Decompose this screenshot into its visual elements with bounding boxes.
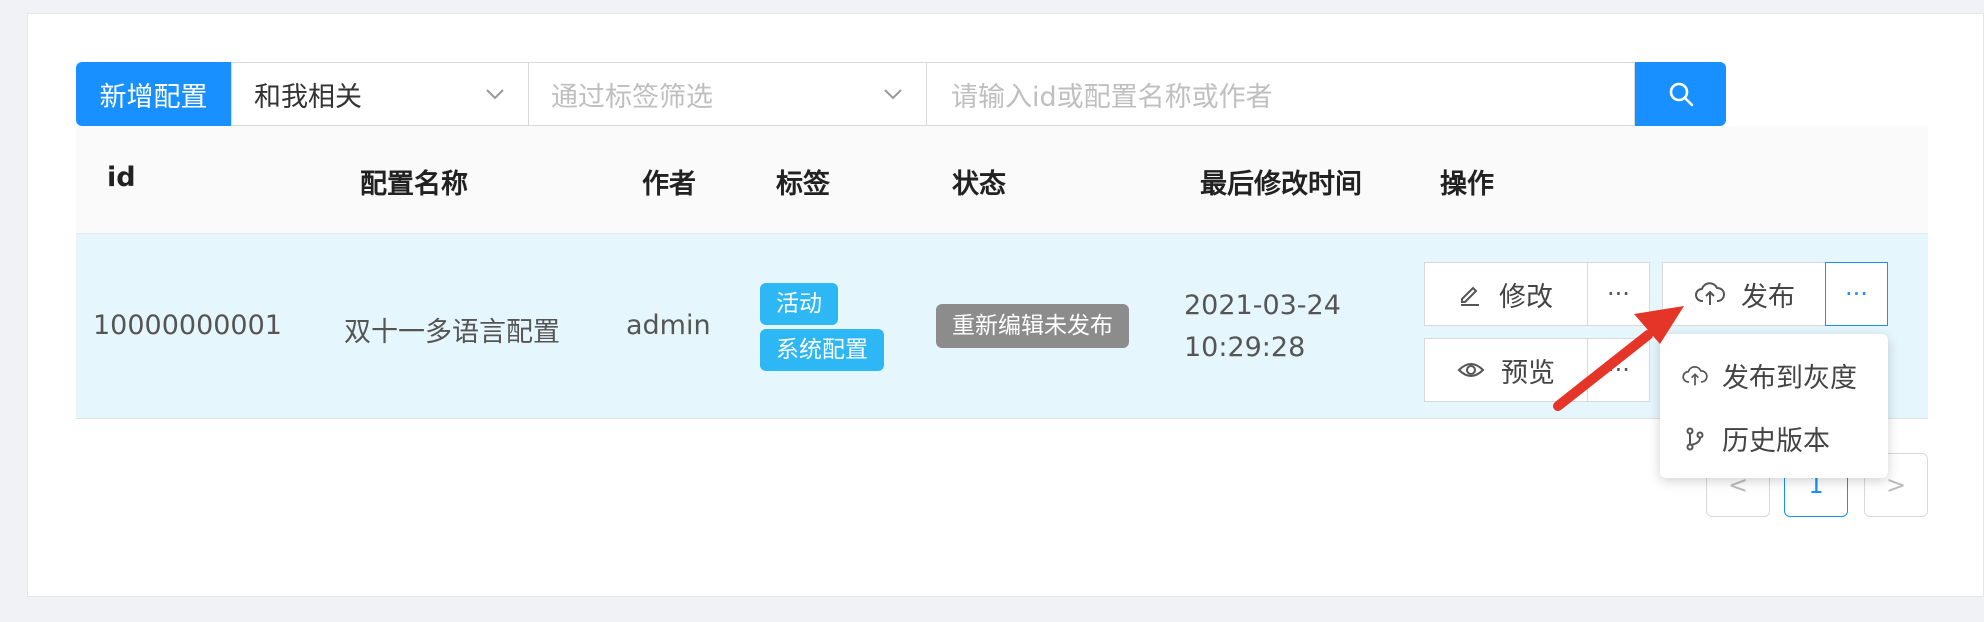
related-filter-value: 和我相关	[254, 81, 362, 113]
chevron-down-icon	[486, 89, 504, 100]
search-input[interactable]: 请输入id或配置名称或作者	[927, 62, 1635, 126]
column-header-author: 作者	[642, 169, 696, 200]
table-header: id 配置名称 作者 标签 状态 最后修改时间 操作	[76, 126, 1928, 234]
publish-dropdown-menu: 发布到灰度 历史版本	[1660, 334, 1888, 478]
branch-icon	[1686, 427, 1704, 450]
menu-item-label: 发布到灰度	[1722, 363, 1857, 394]
edit-label: 修改	[1499, 281, 1553, 313]
cell-id: 10000000001	[93, 310, 282, 341]
menu-item-label: 历史版本	[1722, 426, 1830, 457]
tag-badge: 活动	[760, 283, 838, 325]
publish-label: 发布	[1741, 281, 1795, 313]
tag-filter-select[interactable]: 通过标签筛选	[529, 62, 927, 126]
cell-modified-time: 10:29:28	[1184, 332, 1306, 363]
cloud-upload-icon	[1695, 282, 1725, 305]
column-header-actions: 操作	[1440, 169, 1494, 200]
cloud-upload-icon	[1682, 365, 1708, 385]
related-filter-select[interactable]: 和我相关	[231, 62, 529, 126]
preview-button[interactable]: 预览	[1424, 338, 1588, 402]
add-config-button[interactable]: 新增配置	[76, 62, 231, 126]
preview-label: 预览	[1501, 357, 1555, 389]
search-icon	[1669, 82, 1693, 107]
cell-modified-date: 2021-03-24	[1184, 290, 1341, 321]
column-header-id: id	[107, 162, 136, 193]
table-row: 10000000001 双十一多语言配置 admin 活动 系统配置 重新编辑未…	[76, 234, 1928, 419]
column-header-name: 配置名称	[360, 169, 468, 200]
edit-more-button[interactable]: ···	[1587, 262, 1650, 326]
search-button[interactable]	[1635, 62, 1726, 126]
publish-button[interactable]: 发布	[1662, 262, 1826, 326]
tag-badge: 系统配置	[760, 329, 884, 371]
edit-icon	[1461, 286, 1479, 306]
chevron-down-icon	[884, 89, 902, 100]
menu-item-history[interactable]: 历史版本	[1682, 419, 1830, 458]
search-placeholder: 请输入id或配置名称或作者	[951, 81, 1273, 113]
status-badge: 重新编辑未发布	[936, 304, 1129, 348]
publish-more-button[interactable]: ···	[1825, 262, 1888, 326]
tag-filter-placeholder: 通过标签筛选	[551, 81, 713, 113]
toolbar: 新增配置 和我相关 通过标签筛选 请输入id或配置名称或作者	[76, 62, 1726, 126]
preview-more-button[interactable]: ···	[1587, 338, 1650, 402]
cell-author: admin	[626, 310, 711, 341]
cell-name: 双十一多语言配置	[344, 317, 560, 348]
column-header-status: 状态	[952, 169, 1006, 200]
column-header-tags: 标签	[776, 169, 830, 200]
menu-item-publish-gray[interactable]: 发布到灰度	[1682, 356, 1857, 395]
column-header-modified: 最后修改时间	[1200, 169, 1362, 200]
eye-icon	[1457, 363, 1485, 377]
edit-button[interactable]: 修改	[1424, 262, 1588, 326]
